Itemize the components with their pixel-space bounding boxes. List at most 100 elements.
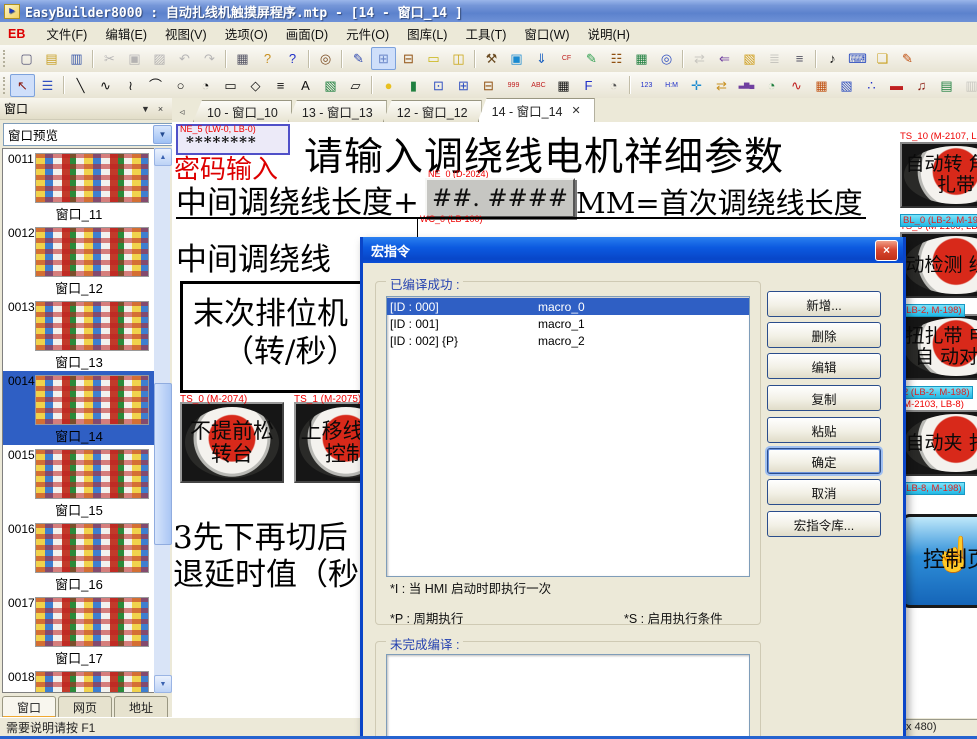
- paste-icon[interactable]: ▨: [147, 47, 172, 70]
- sidebar-tab-window[interactable]: 窗口: [2, 696, 56, 718]
- tab-window-12[interactable]: 12 - 窗口_12: [383, 100, 482, 122]
- polyline-icon[interactable]: ≀: [118, 74, 143, 97]
- tab-window-13[interactable]: 13 - 窗口_13: [288, 100, 387, 122]
- scatter-icon[interactable]: ∴: [859, 74, 884, 97]
- window-thumbnail[interactable]: [35, 449, 149, 499]
- window-thumbnail[interactable]: [35, 301, 149, 351]
- cascade-windows-icon[interactable]: ◫: [446, 47, 471, 70]
- speed-box-object[interactable]: 末次排位机 （转/秒）: [180, 281, 388, 393]
- param-line-prefix-text[interactable]: 中间调绕线长度+: [176, 177, 419, 222]
- window-thumbnail[interactable]: [35, 375, 149, 425]
- menu-draw[interactable]: 画面(D): [277, 21, 337, 46]
- clock-icon[interactable]: ◔: [601, 74, 626, 97]
- toggle-switch-icon[interactable]: ⊟: [476, 74, 501, 97]
- cut-icon[interactable]: ✂: [97, 47, 122, 70]
- text-icon[interactable]: A: [293, 74, 318, 97]
- decompile-icon[interactable]: ⇄: [687, 47, 712, 70]
- tab-close-icon[interactable]: ✕: [572, 104, 581, 117]
- macro-list-row[interactable]: [ID : 001]macro_1: [387, 315, 749, 332]
- window-preview-item[interactable]: 0015窗口_15: [3, 445, 155, 519]
- event-display-icon[interactable]: ▤: [934, 74, 959, 97]
- function-f-icon[interactable]: F: [576, 74, 601, 97]
- numeric-input-object[interactable]: ##. ####: [425, 178, 575, 218]
- chevron-down-icon[interactable]: ▼: [153, 125, 172, 144]
- shape-manager-icon[interactable]: ≣: [762, 47, 787, 70]
- menu-library[interactable]: 图库(L): [398, 21, 456, 46]
- data-table-icon[interactable]: ▦: [629, 47, 654, 70]
- menu-view[interactable]: 视图(V): [156, 21, 216, 46]
- undo-icon[interactable]: ↶: [172, 47, 197, 70]
- zoom-view-icon[interactable]: ◎: [654, 47, 679, 70]
- red-dome-button-1[interactable]: 不提前松 转台: [180, 402, 284, 483]
- grid-icon[interactable]: ⊞: [371, 47, 396, 70]
- window-preview-item[interactable]: 0016窗口_16: [3, 519, 155, 593]
- frame-icon[interactable]: ▱: [343, 74, 368, 97]
- picture-icon[interactable]: ▧: [318, 74, 343, 97]
- download-icon[interactable]: ⇓: [529, 47, 554, 70]
- copy-icon[interactable]: ▣: [122, 47, 147, 70]
- scroll-down-icon[interactable]: ▼: [154, 675, 172, 693]
- ok-button[interactable]: 确定: [767, 448, 881, 474]
- menu-option[interactable]: 选项(O): [216, 21, 277, 46]
- macro-list-row[interactable]: [ID : 002] {P}macro_2: [387, 332, 749, 349]
- keyboard-icon[interactable]: ⌨: [845, 47, 870, 70]
- picture-view-icon[interactable]: ▧: [834, 74, 859, 97]
- ascii-display-icon[interactable]: ABC: [526, 74, 551, 97]
- panel-close-icon[interactable]: ×: [153, 102, 168, 116]
- red-dome-button[interactable]: 自动夹 扎带: [900, 410, 977, 476]
- function-key-icon[interactable]: ●: [376, 74, 401, 97]
- about-help-icon[interactable]: ?: [255, 47, 280, 70]
- barcode-icon[interactable]: ▦: [551, 74, 576, 97]
- print-icon[interactable]: ▦: [230, 47, 255, 70]
- redo-icon[interactable]: ↷: [197, 47, 222, 70]
- canvas-right-button-block[interactable]: (M-2103, LB-8)自动夹 扎带(LB-8, M-198): [900, 399, 977, 495]
- new-file-icon[interactable]: ▢: [14, 47, 39, 70]
- line-icon[interactable]: ╲: [68, 74, 93, 97]
- menu-window[interactable]: 窗口(W): [515, 21, 578, 46]
- open-file-icon[interactable]: ▤: [39, 47, 64, 70]
- compile-icon[interactable]: ▣: [504, 47, 529, 70]
- select-cursor-icon[interactable]: ↖: [10, 74, 35, 97]
- history-table-icon[interactable]: ▦: [809, 74, 834, 97]
- circle-icon[interactable]: ○: [168, 74, 193, 97]
- rectangle-icon[interactable]: ▭: [218, 74, 243, 97]
- macro-list-row[interactable]: [ID : 000]macro_0: [387, 298, 749, 315]
- bar-graph-icon[interactable]: ▃▆▄: [734, 74, 759, 97]
- memo-icon[interactable]: ✎: [895, 47, 920, 70]
- trend-display-icon[interactable]: ∿: [784, 74, 809, 97]
- group-library-icon[interactable]: ≡: [787, 47, 812, 70]
- tab-window-10[interactable]: 10 - 窗口_10: [193, 100, 292, 122]
- sidebar-tab-address[interactable]: 地址: [114, 696, 168, 718]
- pie-icon[interactable]: ◔: [193, 74, 218, 97]
- time-display-icon[interactable]: H:M: [659, 74, 684, 97]
- alarm-bell-icon[interactable]: ♫: [909, 74, 934, 97]
- find-icon[interactable]: ◎: [313, 47, 338, 70]
- new-button[interactable]: 新增...: [767, 291, 881, 317]
- move-shape-icon[interactable]: ✛: [684, 74, 709, 97]
- scroll-up-icon[interactable]: ▲: [154, 148, 172, 166]
- title-bar[interactable]: ▶ EasyBuilder8000 : 自动扎线机触摸屏程序.mtp - [14…: [0, 0, 977, 22]
- window-preview-item[interactable]: 0013窗口_13: [3, 297, 155, 371]
- build-hammer-icon[interactable]: ⚒: [479, 47, 504, 70]
- menu-help[interactable]: 说明(H): [579, 21, 639, 46]
- red-dome-button[interactable]: 自动转 角扭扎带: [900, 142, 977, 208]
- param-line-suffix-text[interactable]: MM=首次调绕线长度: [576, 180, 863, 222]
- window-bar-icon[interactable]: ▭: [421, 47, 446, 70]
- object-properties-icon[interactable]: ☰: [35, 74, 60, 97]
- system-parameter-icon[interactable]: ☷: [604, 47, 629, 70]
- dialog-title-bar[interactable]: 宏指令 ×: [363, 237, 903, 263]
- tab-window-14[interactable]: 14 - 窗口_14✕: [478, 98, 595, 122]
- window-thumbnail[interactable]: [35, 227, 149, 277]
- transfer-flow-icon[interactable]: ⇄: [709, 74, 734, 97]
- window-thumbnail[interactable]: [35, 153, 149, 203]
- window-thumbnail[interactable]: [35, 523, 149, 573]
- menu-edit[interactable]: 编辑(E): [96, 21, 156, 46]
- menu-file[interactable]: 文件(F): [37, 21, 96, 46]
- macro-library-button[interactable]: 宏指令库...: [767, 511, 881, 537]
- alarm-bar-icon[interactable]: ▬: [884, 74, 909, 97]
- red-dome-button[interactable]: 扭扎带 电机自 动对位: [900, 314, 977, 380]
- canvas-heading-text[interactable]: 请输入调绕线电机祥细参数: [304, 126, 784, 182]
- window-thumbnail[interactable]: [35, 671, 149, 693]
- numeric-input-icon[interactable]: 123: [634, 74, 659, 97]
- window-preview-item[interactable]: 0017窗口_17: [3, 593, 155, 667]
